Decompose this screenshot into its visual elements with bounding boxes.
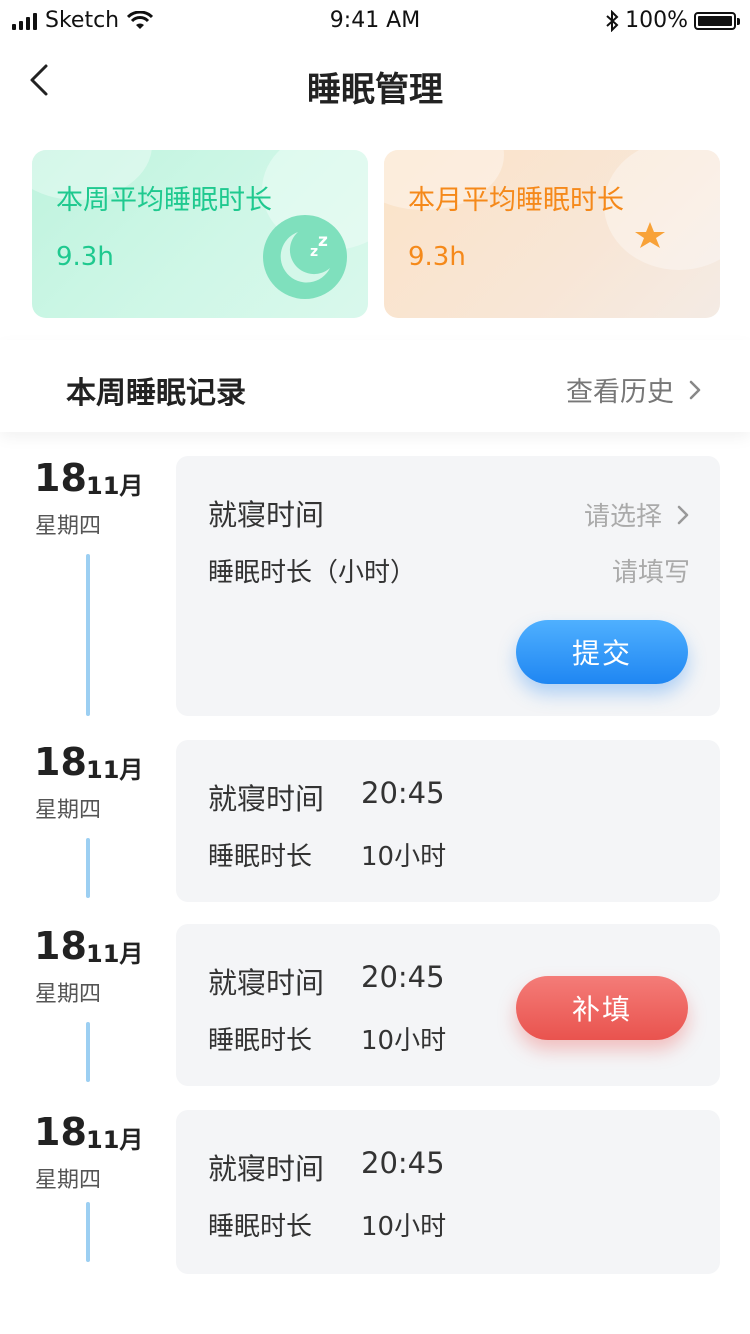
- weekly-average-value: 9.3h: [56, 242, 114, 272]
- bedtime-value: 20:45: [361, 1146, 445, 1180]
- duration-value: 10小时: [361, 1026, 447, 1056]
- backfill-button[interactable]: 补填: [516, 976, 688, 1040]
- record-day: 18: [34, 740, 87, 784]
- bedtime-value: 20:45: [361, 960, 445, 994]
- view-history-link[interactable]: 查看历史: [566, 370, 702, 409]
- monthly-average-value: 9.3h: [408, 242, 466, 272]
- submit-button[interactable]: 提交: [516, 620, 688, 684]
- section-title: 本周睡眠记录: [66, 376, 246, 411]
- timeline-line: [86, 1202, 90, 1262]
- chevron-right-icon: [689, 380, 701, 399]
- duration-value: 10小时: [361, 842, 447, 872]
- bedtime-label: 就寝时间: [208, 782, 325, 816]
- record-weekday: 星期四: [35, 514, 102, 539]
- record-weekday: 星期四: [35, 1168, 102, 1193]
- bedtime-label: 就寝时间: [208, 498, 325, 532]
- status-bar: Sketch 9:41 AM 100%: [0, 0, 750, 40]
- record-month: 11月: [86, 756, 144, 784]
- duration-value: 10小时: [361, 1212, 447, 1242]
- duration-label: 睡眠时长: [208, 842, 313, 872]
- nav-bar: 睡眠管理: [0, 50, 750, 116]
- timeline-line: [86, 1022, 90, 1082]
- bedtime-label: 就寝时间: [208, 1152, 325, 1186]
- weekly-average-label: 本周平均睡眠时长: [56, 185, 272, 216]
- svg-text:z: z: [310, 244, 318, 260]
- monthly-average-label: 本月平均睡眠时长: [408, 185, 624, 216]
- bedtime-value: 20:45: [361, 776, 445, 810]
- bluetooth-icon: [606, 9, 619, 32]
- weekly-average-card: 本周平均睡眠时长 9.3h z z: [32, 150, 368, 318]
- duration-input[interactable]: 请填写: [612, 552, 690, 589]
- status-right: 100%: [605, 8, 740, 33]
- page-title: 睡眠管理: [307, 70, 443, 110]
- moon-star-icon: [609, 222, 670, 294]
- duration-label: 睡眠时长: [208, 1026, 313, 1056]
- bedtime-label: 就寝时间: [208, 966, 325, 1000]
- bedtime-picker[interactable]: 请选择: [584, 496, 690, 533]
- moon-zzz-icon: z z: [263, 215, 347, 299]
- record-month: 11月: [86, 1126, 144, 1154]
- duration-label: 睡眠时长（小时）: [208, 558, 417, 588]
- record-weekday: 星期四: [35, 982, 102, 1007]
- chevron-right-icon: [677, 505, 689, 524]
- record-day: 18: [34, 924, 87, 968]
- record-month: 11月: [86, 472, 144, 500]
- battery-icon: [694, 11, 740, 30]
- monthly-average-card: 本月平均睡眠时长 9.3h: [384, 150, 720, 318]
- record-day: 18: [34, 456, 87, 500]
- view-history-label: 查看历史: [566, 377, 674, 408]
- record-card: 就寝时间 20:45 睡眠时长 10小时 补填: [176, 924, 720, 1086]
- duration-label: 睡眠时长: [208, 1212, 313, 1242]
- record-weekday: 星期四: [35, 798, 102, 823]
- record-card: 就寝时间 20:45 睡眠时长 10小时: [176, 740, 720, 902]
- timeline-line: [86, 838, 90, 898]
- timeline-line: [86, 554, 90, 716]
- record-day: 18: [34, 1110, 87, 1154]
- weekly-records-header: 本周睡眠记录 查看历史: [0, 340, 750, 432]
- record-card: 就寝时间 请选择 睡眠时长（小时） 请填写 提交: [176, 456, 720, 716]
- record-month: 11月: [86, 940, 144, 968]
- record-card: 就寝时间 20:45 睡眠时长 10小时: [176, 1110, 720, 1274]
- battery-percent: 100%: [625, 8, 688, 33]
- bedtime-placeholder: 请选择: [583, 502, 662, 532]
- svg-text:z: z: [318, 231, 328, 251]
